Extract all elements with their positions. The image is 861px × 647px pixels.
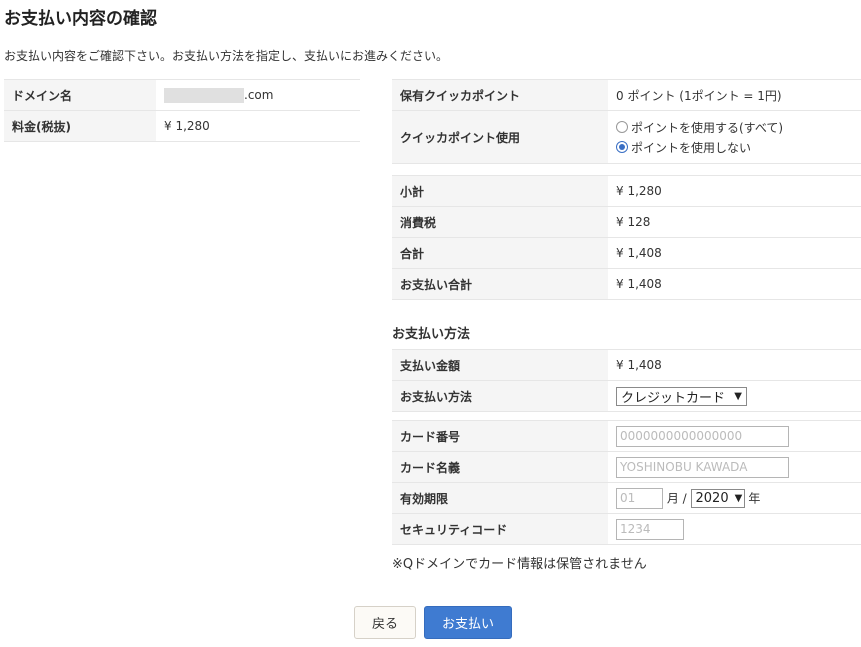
expiry-month-input[interactable] <box>616 487 663 509</box>
expiry-cell: 月 / 2020 ▼ 年 <box>608 482 861 514</box>
tax-value: ¥ 128 <box>608 206 861 238</box>
use-points-label: クイッカポイント使用 <box>392 110 608 164</box>
domain-name-label: ドメイン名 <box>4 79 156 111</box>
table-row: クイッカポイント使用 ポイントを使用する(すべて) ポイントを使用しない <box>392 110 861 164</box>
radio-label: ポイントを使用しない <box>631 140 752 155</box>
domain-suffix: .com <box>244 87 274 102</box>
card-number-cell <box>608 420 861 452</box>
expiry-year-select[interactable]: 2020 ▼ <box>690 489 745 508</box>
expiry-label: 有効期限 <box>392 482 608 514</box>
method-label: お支払い方法 <box>392 380 608 412</box>
card-number-label: カード番号 <box>392 420 608 452</box>
tax-label: 消費税 <box>392 206 608 238</box>
security-code-cell <box>608 513 861 545</box>
payment-method-select[interactable]: クレジットカード ▼ <box>616 386 747 406</box>
radio-no-points[interactable]: ポイントを使用しない <box>616 137 853 157</box>
table-row: 小計 ¥ 1,280 <box>392 175 861 207</box>
table-row: 有効期限 月 / 2020 ▼ 年 <box>392 482 861 514</box>
fee-label: 料金(税抜) <box>4 110 156 142</box>
payment-section-title: お支払い方法 <box>392 327 471 342</box>
subtotal-label: 小計 <box>392 175 608 207</box>
subtotal-value: ¥ 1,280 <box>608 175 861 207</box>
table-row: 保有クイッカポイント 0 ポイント (1ポイント = 1円) <box>392 79 861 111</box>
radio-unchecked-icon[interactable] <box>616 121 628 133</box>
card-holder-label: カード名義 <box>392 451 608 483</box>
held-points-label: 保有クイッカポイント <box>392 79 608 111</box>
table-row: 合計 ¥ 1,408 <box>392 237 861 269</box>
radio-checked-icon[interactable] <box>616 141 628 153</box>
total-label: 合計 <box>392 237 608 269</box>
redacted-domain-block <box>164 87 244 103</box>
table-row: お支払い合計 ¥ 1,408 <box>392 268 861 300</box>
table-row: 支払い金額 ¥ 1,408 <box>392 349 861 381</box>
payment-method-selected: クレジットカード <box>621 390 726 406</box>
month-unit: 月 / <box>666 491 687 505</box>
radio-label: ポイントを使用する(すべて) <box>631 120 784 135</box>
expiry-year-selected: 2020 <box>695 491 729 506</box>
table-row: カード番号 <box>392 420 861 452</box>
use-points-options: ポイントを使用する(すべて) ポイントを使用しない <box>608 110 861 164</box>
card-table: カード番号 カード名義 有効期限 月 / 2020 ▼ 年 セキュリティコード <box>392 420 861 545</box>
fee-value: ¥ 1,280 <box>156 110 360 142</box>
back-button[interactable]: 戻る <box>354 606 416 639</box>
table-row: 消費税 ¥ 128 <box>392 206 861 238</box>
radio-use-all-points[interactable]: ポイントを使用する(すべて) <box>616 117 853 137</box>
page-title: お支払い内容の確認 <box>4 9 157 29</box>
table-row: ドメイン名 .com <box>4 79 360 111</box>
dropdown-arrow-icon: ▼ <box>734 390 742 402</box>
year-unit: 年 <box>748 491 761 505</box>
amount-value: ¥ 1,408 <box>608 349 861 381</box>
security-code-label: セキュリティコード <box>392 513 608 545</box>
amount-label: 支払い金額 <box>392 349 608 381</box>
table-row: 料金(税抜) ¥ 1,280 <box>4 110 360 142</box>
card-holder-cell <box>608 451 861 483</box>
method-cell: クレジットカード ▼ <box>608 380 861 412</box>
totals-table: 小計 ¥ 1,280 消費税 ¥ 128 合計 ¥ 1,408 お支払い合計 ¥… <box>392 175 861 300</box>
held-points-value: 0 ポイント (1ポイント = 1円) <box>608 79 861 111</box>
card-number-input[interactable] <box>616 425 789 447</box>
table-row: お支払い方法 クレジットカード ▼ <box>392 380 861 412</box>
domain-table: ドメイン名 .com 料金(税抜) ¥ 1,280 <box>4 79 360 142</box>
domain-name-value: .com <box>156 79 360 111</box>
dropdown-arrow-icon: ▼ <box>734 493 743 504</box>
security-code-input[interactable] <box>616 518 684 540</box>
points-table: 保有クイッカポイント 0 ポイント (1ポイント = 1円) クイッカポイント使… <box>392 79 861 164</box>
total-value: ¥ 1,408 <box>608 237 861 269</box>
card-storage-note: ※Qドメインでカード情報は保管されません <box>392 557 647 572</box>
card-holder-input[interactable] <box>616 456 789 478</box>
payment-total-label: お支払い合計 <box>392 268 608 300</box>
table-row: カード名義 <box>392 451 861 483</box>
table-row: セキュリティコード <box>392 513 861 545</box>
payment-total-value: ¥ 1,408 <box>608 268 861 300</box>
payment-method-table: 支払い金額 ¥ 1,408 お支払い方法 クレジットカード ▼ <box>392 349 861 412</box>
pay-button[interactable]: お支払い <box>424 606 512 639</box>
page-intro: お支払い内容をご確認下さい。お支払い方法を指定し、支払いにお進みください。 <box>4 49 449 63</box>
